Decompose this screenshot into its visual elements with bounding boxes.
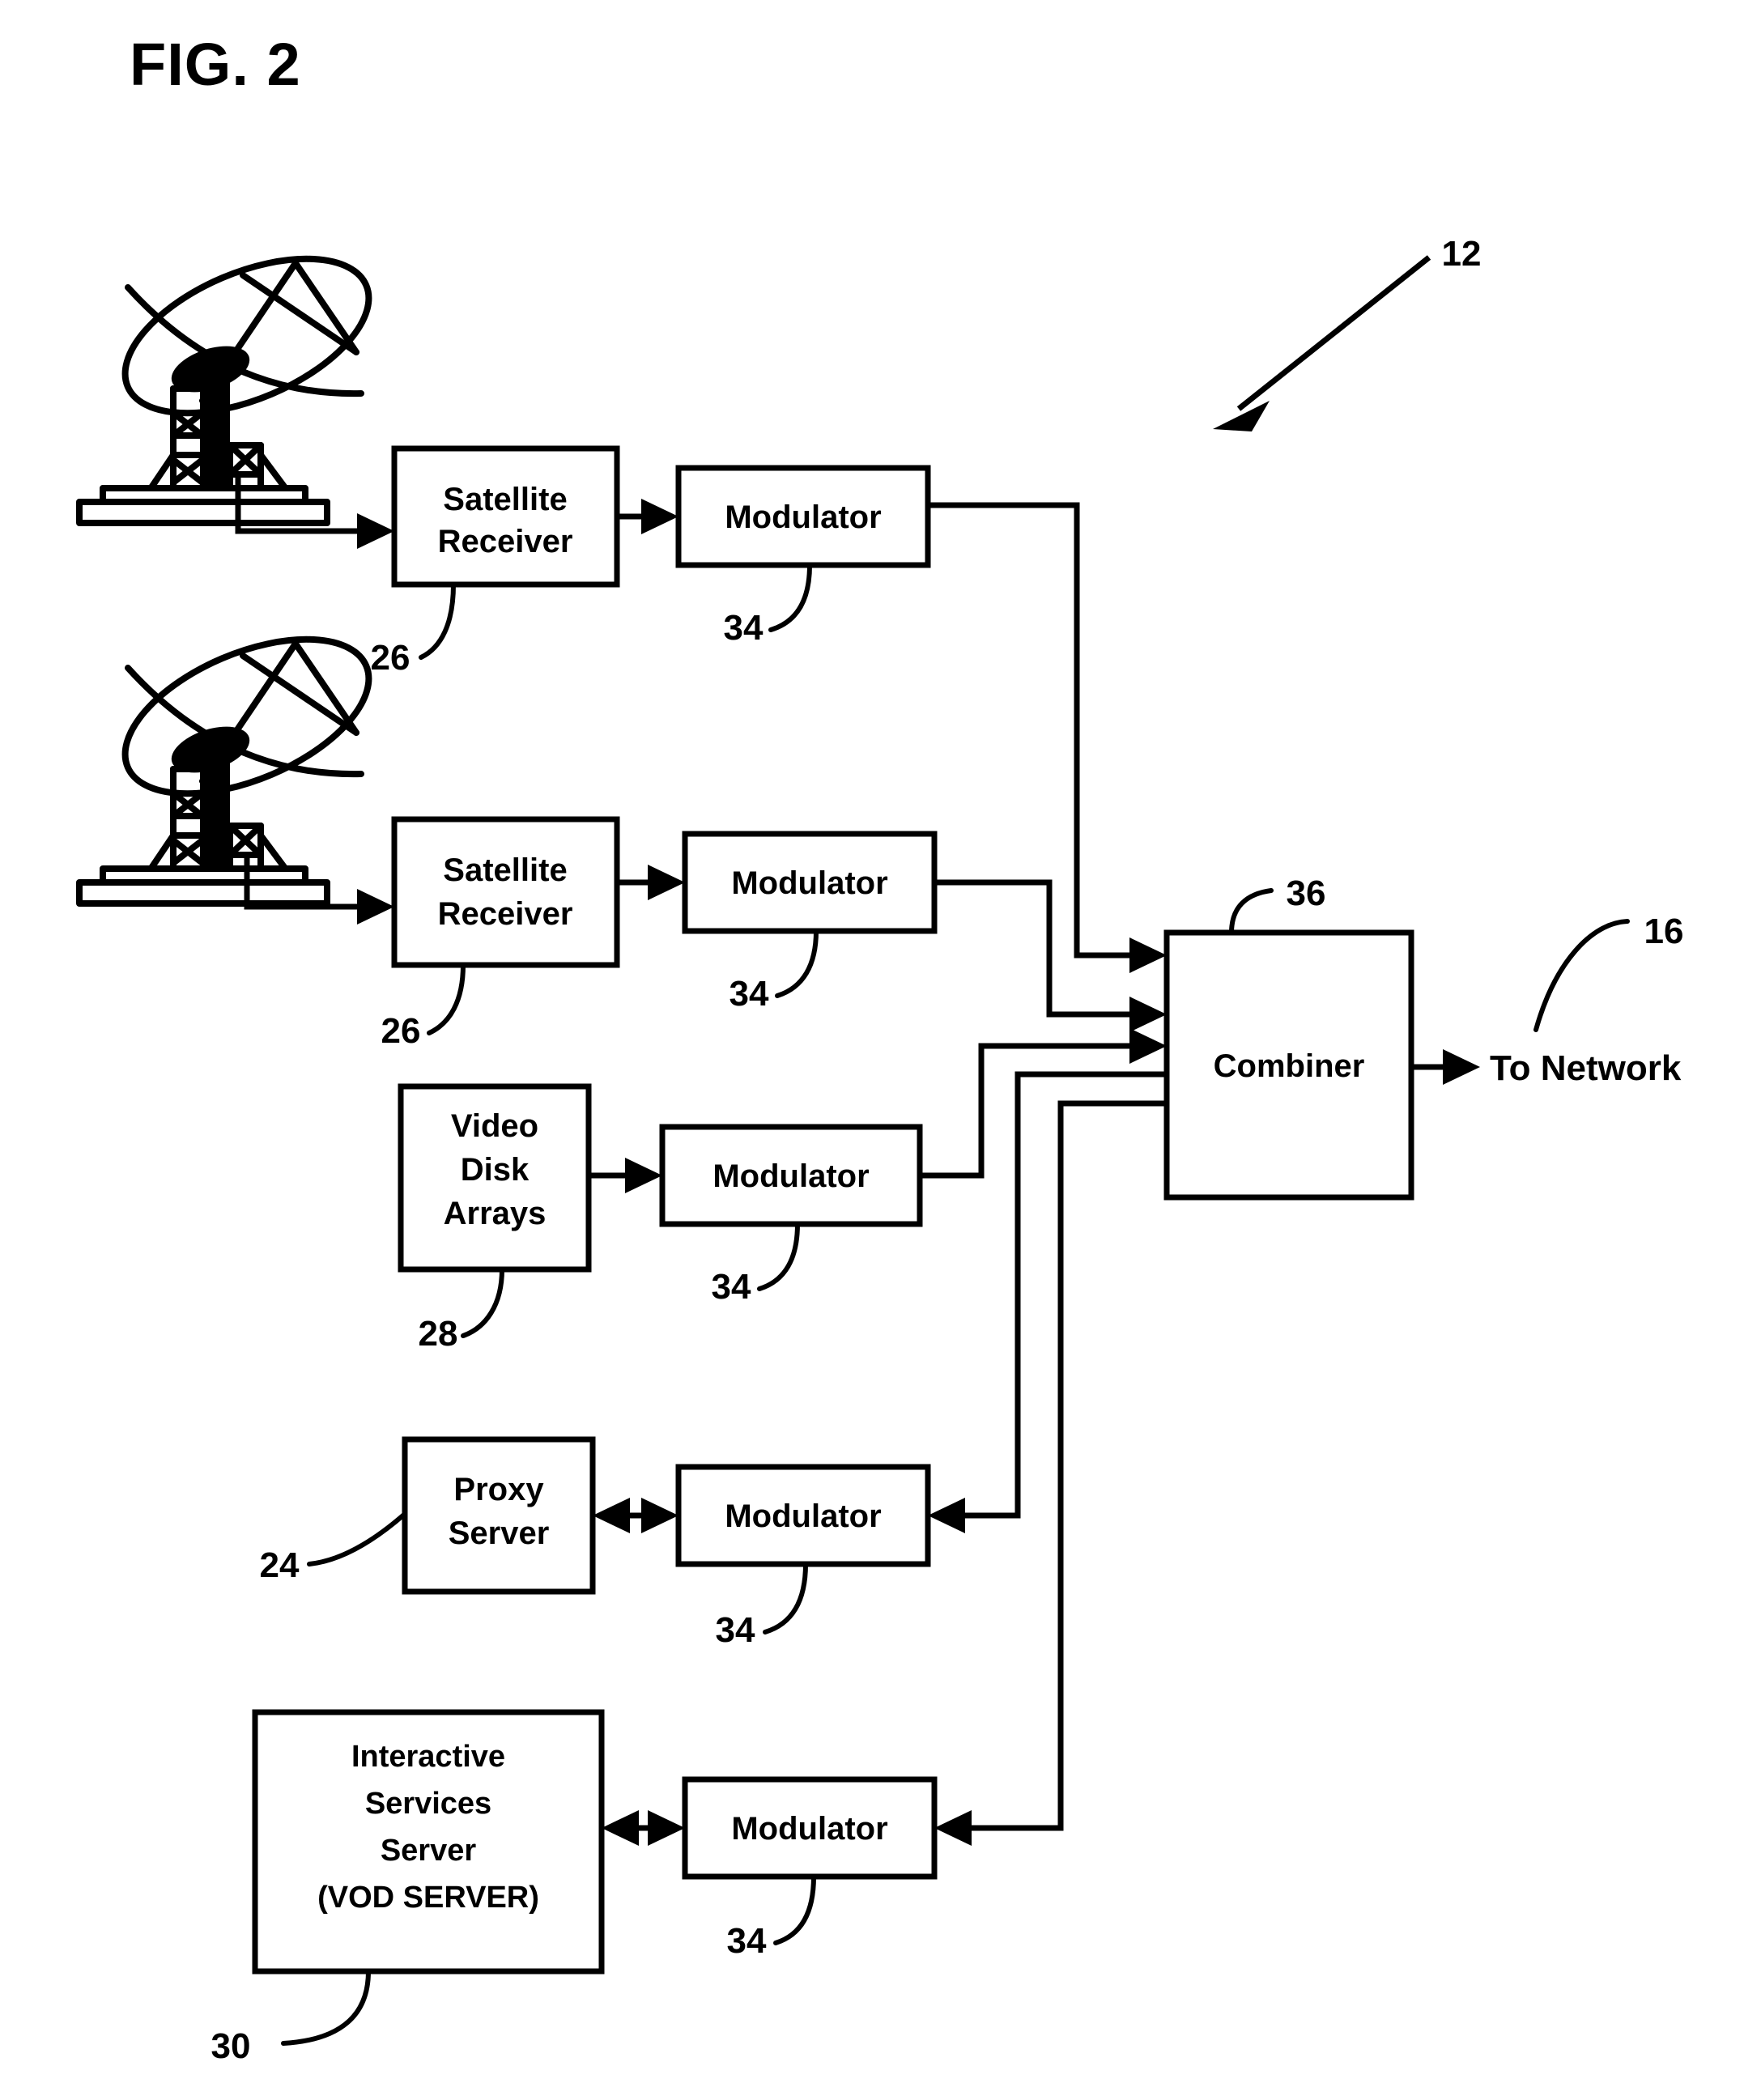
modulator-4-label: Modulator (725, 1498, 881, 1534)
to-network-label: To Network (1490, 1048, 1682, 1088)
interactive-services-server-label-line1: Interactive (351, 1740, 505, 1774)
satellite-receiver-2-label-line2: Receiver (438, 896, 573, 932)
wire-interactive-services-server-to-modulator5 (602, 1810, 685, 1846)
satellite-receiver-2-label-line1: Satellite (443, 852, 567, 888)
patent-figure: FIG. 2 12 Satellite Receiver 26 Modulato… (0, 0, 1744, 2100)
wire-combiner-to-modulator4 (928, 1071, 1167, 1533)
block-modulator-1[interactable]: Modulator (675, 465, 931, 568)
block-modulator-5[interactable]: Modulator (682, 1776, 938, 1880)
ref-label-34-a: 34 (724, 608, 764, 648)
block-video-disk-arrays[interactable]: Video Disk Arrays (398, 1083, 592, 1273)
video-disk-arrays-label-line3: Arrays (444, 1196, 547, 1231)
ref-leader-34-a: 34 (724, 563, 812, 648)
ref-leader-34-c: 34 (712, 1222, 800, 1307)
ref-leader-34-e: 34 (727, 1874, 816, 1961)
ref-leader-26-a: 26 (371, 582, 456, 678)
block-combiner[interactable]: Combiner (1163, 929, 1414, 1201)
interactive-services-server-label-line3: Server (381, 1834, 477, 1868)
satellite-dish-1-icon (76, 255, 372, 526)
ref-leader-16: 16 (1533, 912, 1684, 1032)
ref-leader-24: 24 (260, 1511, 407, 1585)
ref-label-26-b: 26 (381, 1011, 421, 1051)
modulator-2-label: Modulator (731, 865, 887, 901)
block-proxy-server[interactable]: Proxy Server (402, 1436, 596, 1595)
ref-label-12: 12 (1442, 234, 1482, 274)
wire-video-disk-arrays-to-modulator3 (589, 1158, 662, 1193)
satellite-dish-2-icon (76, 636, 372, 907)
ref-label-34-d: 34 (716, 1610, 755, 1650)
satellite-receiver-1-label-line2: Receiver (438, 524, 573, 559)
interactive-services-server-label-line4: (VOD SERVER) (317, 1881, 539, 1915)
ref-leader-30: 30 (211, 1969, 371, 2066)
video-disk-arrays-label-line2: Disk (461, 1152, 530, 1188)
page-title: FIG. 2 (130, 31, 301, 98)
interactive-services-server-label-line2: Services (365, 1787, 491, 1821)
modulator-5-label: Modulator (731, 1811, 887, 1847)
ref-leader-34-d: 34 (716, 1562, 808, 1650)
ref-leader-34-b: 34 (730, 929, 819, 1014)
block-interactive-services-server[interactable]: Interactive Services Server (VOD SERVER) (252, 1709, 605, 1975)
combiner-label: Combiner (1214, 1048, 1365, 1084)
proxy-server-label-line2: Server (449, 1515, 550, 1551)
ref-label-26-a: 26 (371, 638, 410, 678)
ref-leader-36: 36 (1229, 874, 1326, 935)
ref-label-16: 16 (1644, 912, 1684, 951)
modulator-1-label: Modulator (725, 499, 881, 535)
ref-leader-26-b: 26 (381, 963, 466, 1051)
satellite-receiver-1-label-line1: Satellite (443, 482, 567, 517)
block-modulator-4[interactable]: Modulator (675, 1464, 931, 1567)
ref-leader-28: 28 (419, 1267, 504, 1354)
wire-proxy-server-to-modulator4 (593, 1498, 678, 1533)
block-modulator-3[interactable]: Modulator (659, 1124, 923, 1227)
ref-label-34-c: 34 (712, 1267, 751, 1307)
overall-ref-12: 12 (1213, 234, 1481, 431)
proxy-server-label-line1: Proxy (453, 1472, 544, 1507)
wire-receiver1-to-modulator1 (617, 499, 678, 534)
block-modulator-2[interactable]: Modulator (682, 831, 938, 934)
ref-label-24: 24 (260, 1545, 300, 1585)
diagram-canvas: FIG. 2 12 Satellite Receiver 26 Modulato… (76, 31, 1684, 2066)
modulator-3-label: Modulator (712, 1158, 869, 1194)
ref-label-30: 30 (211, 2026, 251, 2066)
ref-label-34-e: 34 (727, 1921, 767, 1961)
ref-label-36: 36 (1287, 874, 1326, 913)
wire-receiver2-to-modulator2 (617, 865, 685, 900)
ref-label-28: 28 (419, 1314, 458, 1354)
video-disk-arrays-label-line1: Video (451, 1108, 538, 1144)
wire-combiner-to-network: To Network (1411, 1048, 1682, 1088)
block-satellite-receiver-1[interactable]: Satellite Receiver (391, 445, 620, 588)
ref-label-34-b: 34 (730, 974, 769, 1014)
block-satellite-receiver-2[interactable]: Satellite Receiver (391, 816, 620, 968)
wire-combiner-to-modulator5 (934, 1100, 1167, 1846)
